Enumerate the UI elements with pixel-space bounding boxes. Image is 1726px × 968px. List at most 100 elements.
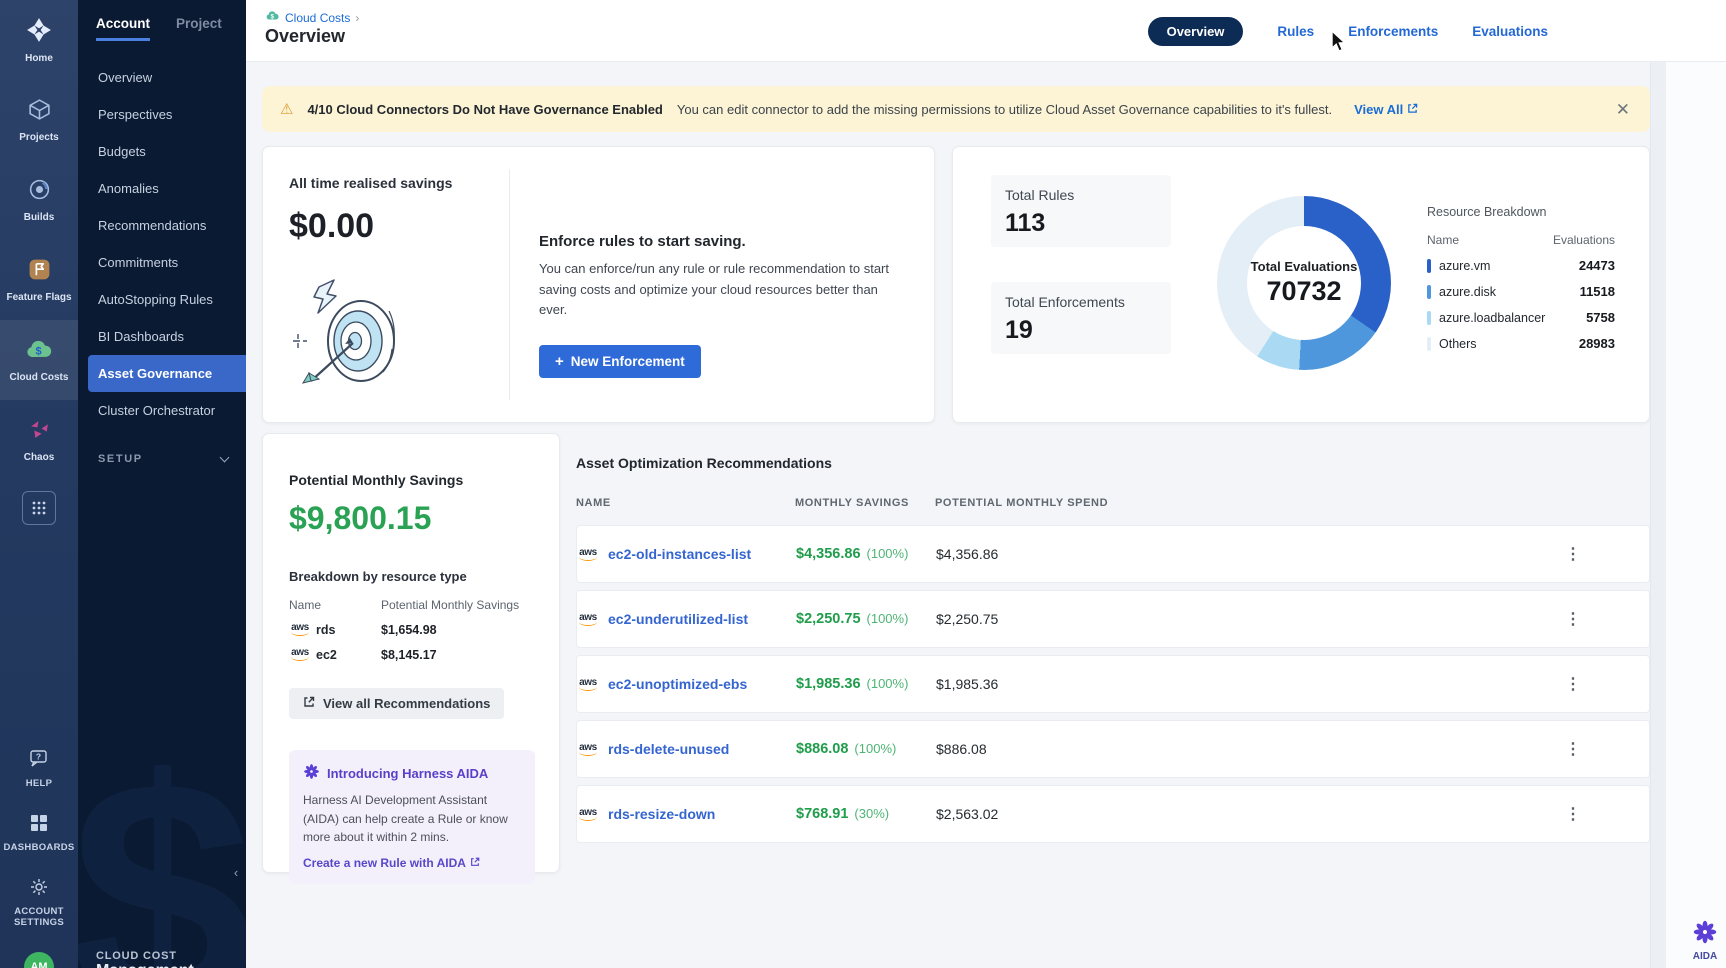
plus-icon: +: [555, 354, 564, 369]
rule-link[interactable]: ec2-underutilized-list: [608, 611, 748, 627]
kebab-menu-icon[interactable]: ⋮: [1553, 544, 1649, 564]
sidebar-item-budgets[interactable]: Budgets: [78, 133, 246, 170]
account-settings-button[interactable]: ACCOUNT SETTINGS: [0, 877, 78, 928]
page-content: ⚠ 4/10 Cloud Connectors Do Not Have Gove…: [246, 62, 1666, 968]
tab-enforcements[interactable]: Enforcements: [1348, 24, 1438, 39]
sidebar-item-chaos[interactable]: Chaos: [0, 400, 78, 480]
view-all-recommendations-label: View all Recommendations: [323, 696, 490, 711]
tab-evaluations[interactable]: Evaluations: [1472, 24, 1548, 39]
cube-icon: [27, 97, 52, 127]
legend-value: 11518: [1580, 284, 1615, 299]
table-row: aws ec2-underutilized-list $2,250.75 (10…: [576, 590, 1650, 648]
view-all-label: View All: [1354, 102, 1403, 117]
rule-link[interactable]: rds-delete-unused: [608, 741, 729, 757]
sidebar-item-commitments[interactable]: Commitments: [78, 244, 246, 281]
breakdown-title: Breakdown by resource type: [289, 569, 535, 584]
monthly-savings: $4,356.86: [796, 546, 861, 562]
view-all-link[interactable]: View All: [1354, 102, 1418, 117]
banner-title: 4/10 Cloud Connectors Do Not Have Govern…: [307, 102, 662, 117]
total-rules-value: 113: [1005, 209, 1157, 238]
kebab-menu-icon[interactable]: ⋮: [1553, 739, 1649, 759]
aida-fab-button[interactable]: AIDA: [1692, 919, 1718, 962]
module-rail: Home Projects Builds Feature Flags $ Clo…: [0, 0, 78, 968]
rule-link[interactable]: rds-resize-down: [608, 806, 715, 822]
gear-icon: [29, 877, 49, 902]
tab-account[interactable]: Account: [96, 16, 150, 41]
legend-header: Name Evaluations: [1427, 233, 1615, 247]
aws-icon: aws: [577, 612, 599, 627]
svg-text:?: ?: [36, 752, 41, 762]
sidebar-menu: Overview Perspectives Budgets Anomalies …: [78, 59, 246, 429]
legend-name: azure.vm: [1439, 259, 1490, 273]
sidebar-item-projects[interactable]: Projects: [0, 80, 78, 160]
sidebar-item-recommendations[interactable]: Recommendations: [78, 207, 246, 244]
aws-icon: aws: [577, 742, 599, 757]
aida-fab-label: AIDA: [1693, 951, 1717, 962]
page-title: Overview: [265, 26, 345, 47]
sidebar-collapse-button[interactable]: ‹: [229, 861, 243, 883]
enforce-title: Enforce rules to start saving.: [539, 233, 904, 250]
banner-body: You can edit connector to add the missin…: [677, 102, 1332, 117]
dashboards-button[interactable]: DASHBOARDS: [3, 813, 74, 853]
aida-create-rule-link[interactable]: Create a new Rule with AIDA: [303, 856, 480, 870]
sidebar-item-builds[interactable]: Builds: [0, 160, 78, 240]
sidebar-item-bi-dashboards[interactable]: BI Dashboards: [78, 318, 246, 355]
close-icon[interactable]: ✕: [1616, 101, 1630, 118]
chaos-icon: [27, 417, 52, 447]
sidebar-item-autostopping-rules[interactable]: AutoStopping Rules: [78, 281, 246, 318]
help-button[interactable]: ? HELP: [26, 749, 53, 789]
sidebar-item-asset-governance[interactable]: Asset Governance: [88, 355, 246, 392]
monthly-savings: $768.91: [796, 806, 848, 822]
breadcrumb: $ Cloud Costs ›: [265, 9, 359, 27]
module-footer-top: CLOUD COST: [96, 950, 194, 962]
legend-row: azure.disk 11518: [1427, 284, 1615, 299]
kebab-menu-icon[interactable]: ⋮: [1553, 804, 1649, 824]
sidebar-item-home[interactable]: Home: [0, 0, 78, 80]
sidebar-item-overview[interactable]: Overview: [78, 59, 246, 96]
tab-rules[interactable]: Rules: [1277, 24, 1314, 39]
new-enforcement-button[interactable]: + New Enforcement: [539, 345, 701, 378]
view-all-recommendations-button[interactable]: View all Recommendations: [289, 688, 504, 719]
legend-row: Others 28983: [1427, 336, 1615, 351]
sidebar-item-anomalies[interactable]: Anomalies: [78, 170, 246, 207]
svg-text:$: $: [35, 345, 41, 357]
potential-spend: $2,563.02: [936, 806, 1553, 822]
total-rules-stat: Total Rules 113: [991, 175, 1171, 247]
total-enforcements-stat: Total Enforcements 19: [991, 282, 1171, 354]
rail-label: ACCOUNT SETTINGS: [0, 906, 78, 928]
breadcrumb-link[interactable]: Cloud Costs: [285, 11, 350, 25]
rail-label: Feature Flags: [6, 292, 71, 303]
user-avatar[interactable]: AM: [24, 952, 54, 968]
legend-chip: [1427, 311, 1431, 325]
kebab-menu-icon[interactable]: ⋮: [1553, 674, 1649, 694]
savings-percent: (100%): [867, 546, 909, 561]
potential-savings-card: Potential Monthly Savings $9,800.15 Brea…: [262, 433, 560, 873]
rule-link[interactable]: ec2-unoptimized-ebs: [608, 676, 747, 692]
scrollbar[interactable]: [1650, 62, 1666, 968]
rail-label: Builds: [24, 212, 55, 223]
main-area: $ Cloud Costs › Overview Overview Rules …: [246, 0, 1726, 968]
cloud-dollar-icon: $: [25, 338, 53, 367]
dashboards-icon: [29, 813, 49, 838]
sidebar-item-feature-flags[interactable]: Feature Flags: [0, 240, 78, 320]
potential-spend: $2,250.75: [936, 611, 1553, 627]
warning-icon: ⚠: [280, 100, 293, 118]
total-enforcements-value: 19: [1005, 316, 1157, 345]
tab-project[interactable]: Project: [176, 16, 222, 41]
tab-overview[interactable]: Overview: [1148, 17, 1244, 46]
setup-section-toggle[interactable]: SETUP: [78, 453, 246, 465]
external-link-icon: [303, 696, 315, 711]
table-row: aws ec2-unoptimized-ebs $1,985.36 (100%)…: [576, 655, 1650, 713]
sidebar-item-cluster-orchestrator[interactable]: Cluster Orchestrator: [78, 392, 246, 429]
kebab-menu-icon[interactable]: ⋮: [1553, 609, 1649, 629]
rule-link[interactable]: ec2-old-instances-list: [608, 546, 751, 562]
sidebar-item-perspectives[interactable]: Perspectives: [78, 96, 246, 133]
right-gutter: AIDA: [1666, 62, 1726, 968]
col-name: NAME: [576, 497, 795, 509]
table-row: aws rds-delete-unused $886.08 (100%) $88…: [576, 720, 1650, 778]
module-picker-button[interactable]: [22, 491, 56, 525]
legend-name: Others: [1439, 337, 1477, 351]
monthly-savings: $886.08: [796, 741, 848, 757]
sidebar-item-cloud-costs[interactable]: $ Cloud Costs: [0, 320, 78, 400]
legend-value-header: Evaluations: [1553, 233, 1615, 247]
